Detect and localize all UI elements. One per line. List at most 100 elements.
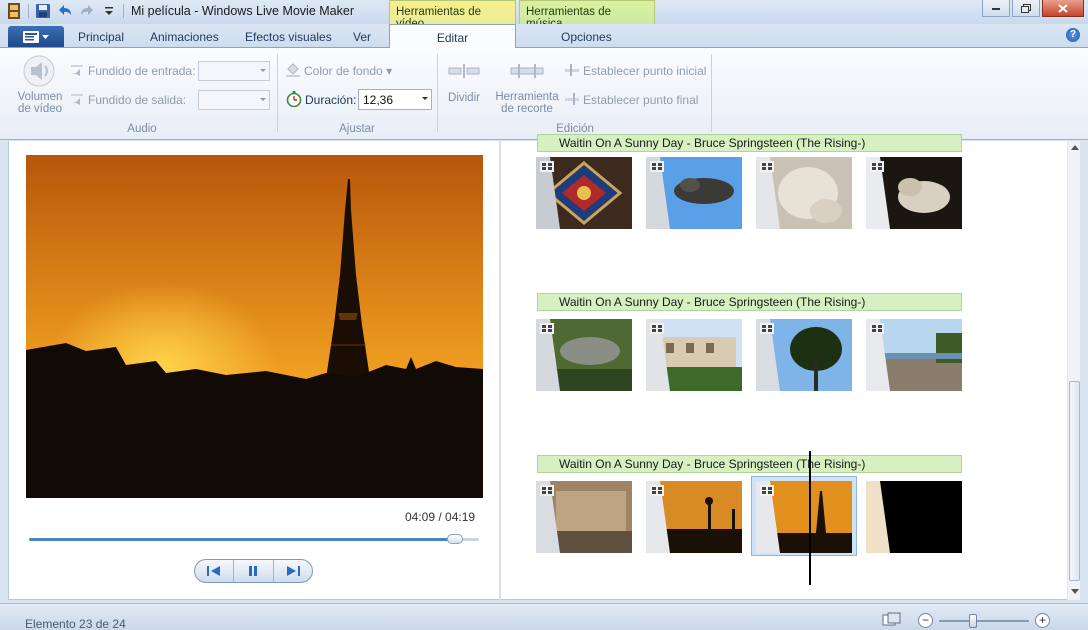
music-track-bar[interactable]: Waitin On A Sunny Day - Bruce Springstee… xyxy=(537,134,962,152)
item-counter: Elemento 23 de 24 xyxy=(25,617,126,630)
fade-out-label: Fundido de salida: xyxy=(88,93,187,107)
trim-tool-button[interactable]: Herramienta de recorte xyxy=(492,91,562,115)
playback-controls xyxy=(194,559,313,583)
pause-icon xyxy=(249,566,258,576)
next-frame-button[interactable] xyxy=(274,560,312,582)
music-track-bar[interactable]: Waitin On A Sunny Day - Bruce Springstee… xyxy=(537,293,962,311)
next-frame-icon xyxy=(286,566,300,576)
close-button[interactable] xyxy=(1042,0,1084,17)
duration-value: 12,36 xyxy=(363,93,394,107)
fade-out-icon xyxy=(70,92,84,109)
ribbon-separator xyxy=(711,54,712,132)
status-bar: Elemento 23 de 24 − + xyxy=(0,603,1088,630)
video-volume-label-2: de vídeo xyxy=(17,103,63,115)
playback-time: 04:09 / 04:19 xyxy=(405,510,476,524)
pane-splitter[interactable] xyxy=(499,141,501,600)
set-start-icon xyxy=(565,64,579,79)
previous-frame-icon xyxy=(207,566,221,576)
contextual-tab-music-tools: Herramientas de música xyxy=(519,0,655,30)
duration-select[interactable]: 12,36 xyxy=(358,89,432,110)
minimize-button[interactable] xyxy=(982,0,1010,17)
quick-access-toolbar xyxy=(6,3,124,19)
group-ajustar-label: Ajustar xyxy=(339,123,375,135)
ribbon: Volumen de vídeo Fundido de entrada: Fund… xyxy=(0,48,1088,140)
trim-tool-label-2: de recorte xyxy=(501,103,553,115)
clip-thumbnail[interactable] xyxy=(536,319,632,391)
ribbon-separator xyxy=(437,54,438,132)
zoom-control: − + xyxy=(918,613,1050,628)
clip-thumbnail[interactable] xyxy=(536,157,632,229)
clip-thumbnail[interactable] xyxy=(536,481,632,553)
scroll-down-icon[interactable] xyxy=(1071,589,1079,594)
speaker-icon xyxy=(22,54,56,91)
window-controls xyxy=(982,0,1084,17)
duration-label: Duración: xyxy=(305,93,357,107)
tab-animaciones[interactable]: Animaciones xyxy=(150,30,219,44)
split-button[interactable]: Dividir xyxy=(444,92,484,104)
clip-thumbnail[interactable] xyxy=(756,157,852,229)
scroll-up-icon[interactable] xyxy=(1071,145,1079,150)
window-title: Mi película - Windows Live Movie Maker xyxy=(131,4,354,18)
app-menu-button[interactable] xyxy=(8,26,64,47)
main-area: 04:09 / 04:19 Waitin On A Sunny Day - Br… xyxy=(8,134,1080,600)
background-color-label: Color de fondo xyxy=(304,64,383,78)
help-icon[interactable]: ? xyxy=(1066,28,1080,42)
customize-icon[interactable] xyxy=(101,3,117,19)
video-volume-button[interactable]: Volumen de vídeo xyxy=(14,91,66,115)
clip-thumbnail[interactable] xyxy=(866,157,962,229)
previous-frame-button[interactable] xyxy=(195,560,235,582)
seek-thumb[interactable] xyxy=(447,534,463,544)
paint-bucket-icon xyxy=(285,63,301,80)
chevron-down-icon: ▾ xyxy=(386,64,393,78)
clip-thumbnail-selected[interactable] xyxy=(756,481,852,553)
storyboard-scrollbar[interactable] xyxy=(1067,141,1080,600)
tab-opciones[interactable]: Opciones xyxy=(561,30,612,44)
trim-tool-label-1: Herramienta xyxy=(495,91,559,103)
ribbon-separator xyxy=(277,54,278,132)
tab-efectos-visuales[interactable]: Efectos visuales xyxy=(245,30,332,44)
clip-thumbnail[interactable] xyxy=(866,319,962,391)
seek-bar[interactable] xyxy=(29,534,479,544)
set-end-icon xyxy=(565,93,579,108)
set-start-point-button[interactable]: Establecer punto inicial xyxy=(583,64,706,78)
tab-editar[interactable]: Editar xyxy=(389,24,516,49)
video-preview[interactable] xyxy=(26,155,483,498)
tab-principal[interactable]: Principal xyxy=(78,30,124,44)
background-color-button[interactable]: Color de fondo ▾ xyxy=(304,64,392,78)
undo-icon[interactable] xyxy=(57,3,73,19)
clip-thumbnail[interactable] xyxy=(646,319,742,391)
maximize-button[interactable] xyxy=(1012,0,1040,17)
save-icon[interactable] xyxy=(35,3,51,19)
playhead-marker[interactable] xyxy=(809,451,811,585)
trim-tool-icon xyxy=(510,64,544,81)
contextual-tab-video-tools: Herramientas de vídeo xyxy=(389,0,516,30)
clip-thumbnail[interactable] xyxy=(756,319,852,391)
clip-thumbnail[interactable] xyxy=(646,481,742,553)
music-track-bar[interactable]: Waitin On A Sunny Day - Bruce Springstee… xyxy=(537,455,962,473)
zoom-slider-thumb[interactable] xyxy=(969,613,977,628)
ribbon-tab-bar: Principal Animaciones Efectos visuales V… xyxy=(0,24,1088,49)
fade-in-label: Fundido de entrada: xyxy=(88,64,196,78)
thumbnail-size-icon[interactable] xyxy=(882,612,902,630)
tab-ver[interactable]: Ver xyxy=(353,30,371,44)
seek-progress xyxy=(29,538,461,541)
set-end-point-button[interactable]: Establecer punto final xyxy=(583,93,698,107)
pause-button[interactable] xyxy=(234,560,274,582)
eiffel-sunset-frame xyxy=(26,155,483,498)
video-volume-label-1: Volumen xyxy=(17,91,63,103)
clip-thumbnail[interactable] xyxy=(646,157,742,229)
redo-icon[interactable] xyxy=(79,3,95,19)
fade-in-select[interactable] xyxy=(198,61,270,81)
stopwatch-icon xyxy=(286,91,302,110)
fade-out-select[interactable] xyxy=(198,90,270,110)
scroll-thumb[interactable] xyxy=(1069,381,1080,581)
clip-thumbnail[interactable] xyxy=(866,481,962,553)
video-clip-icon xyxy=(540,161,554,172)
group-audio-label: Audio xyxy=(127,123,157,135)
film-icon[interactable] xyxy=(6,3,22,19)
fade-in-icon xyxy=(70,63,84,80)
zoom-out-button[interactable]: − xyxy=(918,613,933,628)
zoom-slider[interactable] xyxy=(939,613,1029,628)
split-icon xyxy=(448,64,480,81)
zoom-in-button[interactable]: + xyxy=(1035,613,1050,628)
